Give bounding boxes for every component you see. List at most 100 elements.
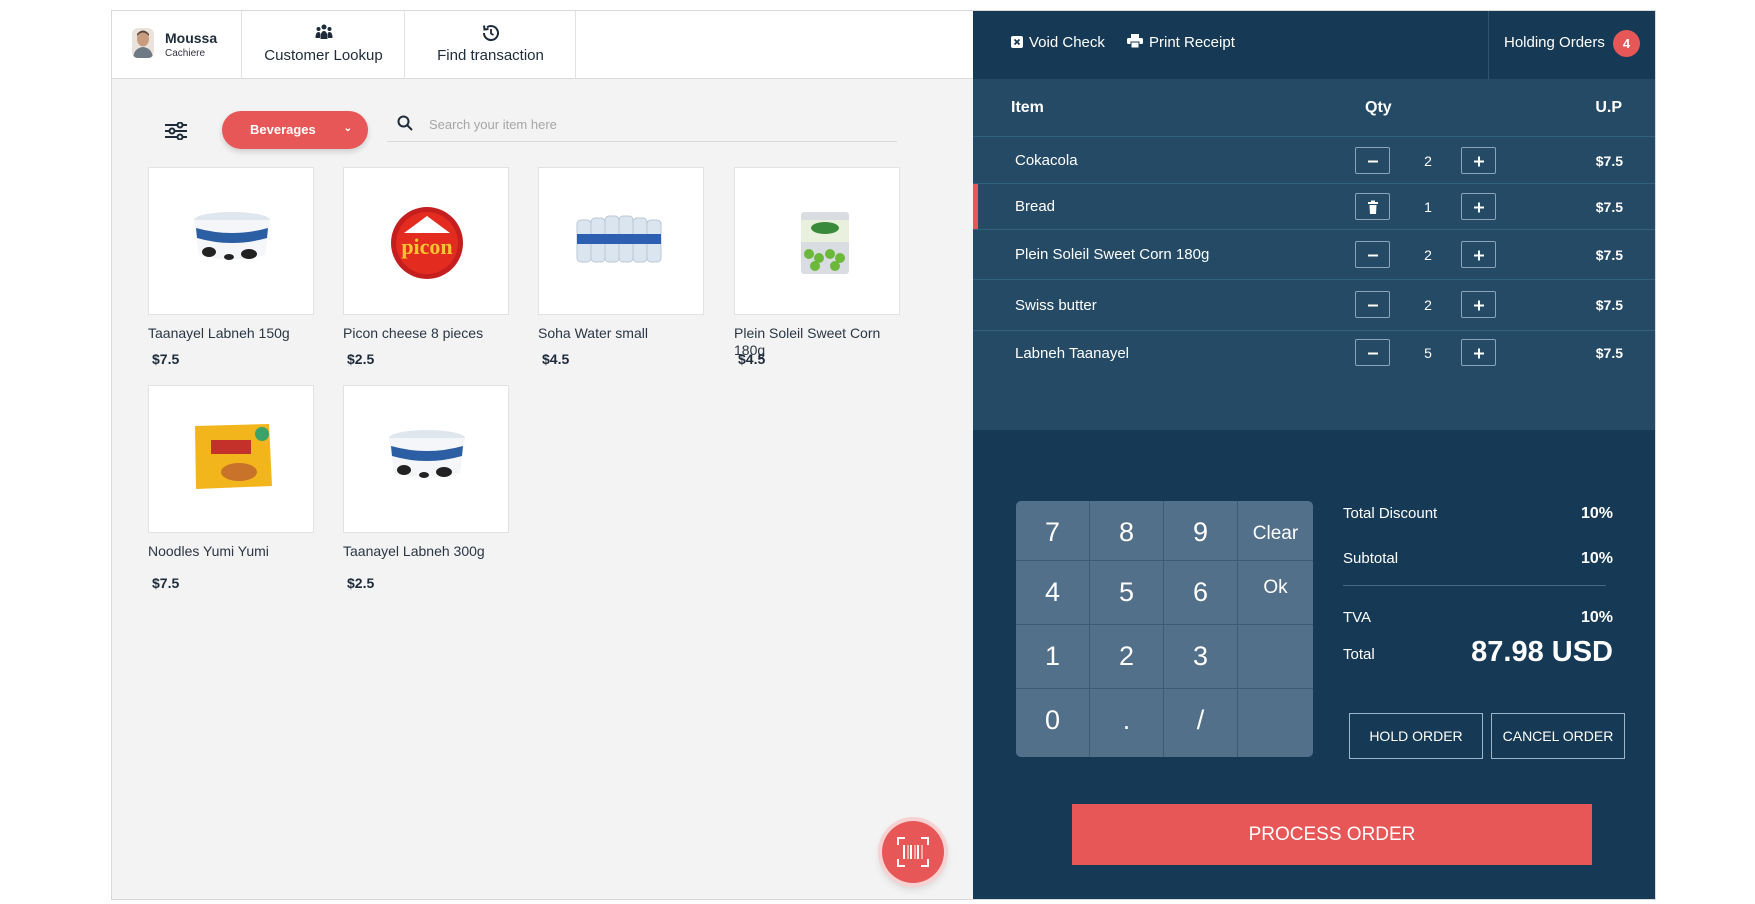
decrease-qty-button[interactable] — [1355, 291, 1390, 318]
order-panel: Void Check Print Receipt Holding Orders … — [973, 11, 1655, 899]
user-name: Moussa — [165, 30, 218, 46]
qty-column-header: Qty — [1365, 99, 1392, 116]
key-4[interactable]: 4 — [1016, 561, 1090, 625]
pos-window: Moussa Cachiere Customer Lookup Find tra… — [111, 10, 1656, 900]
key-7[interactable]: 7 — [1016, 501, 1090, 561]
product-price: $2.5 — [347, 351, 375, 367]
labneh-tub-image — [148, 167, 314, 315]
unit-price-column-header: U.P — [1595, 99, 1622, 116]
search-bar — [387, 106, 897, 142]
key-5[interactable]: 5 — [1090, 561, 1164, 625]
print-receipt-button[interactable]: Print Receipt — [1127, 34, 1235, 52]
increase-qty-button[interactable] — [1461, 241, 1496, 268]
process-order-button[interactable]: PROCESS ORDER — [1072, 804, 1592, 865]
product-price: $4.5 — [542, 351, 570, 367]
void-icon — [1011, 35, 1023, 52]
increase-qty-button[interactable] — [1461, 339, 1496, 366]
total-discount-label: Total Discount — [1343, 505, 1438, 522]
subtotal-row: Subtotal 10% — [1343, 550, 1613, 567]
decrease-qty-button[interactable] — [1355, 241, 1390, 268]
total-discount-row: Total Discount 10% — [1343, 505, 1613, 522]
customer-lookup-label: Customer Lookup — [264, 47, 383, 64]
filter-icon[interactable] — [165, 121, 187, 145]
product-name: Soha Water small — [538, 325, 648, 341]
product-price: $7.5 — [152, 575, 180, 591]
peas-can-image — [734, 167, 900, 315]
blank-key[interactable] — [1238, 689, 1313, 757]
decrease-qty-button[interactable] — [1355, 339, 1390, 366]
product-card[interactable]: Soha Water small $4.5 — [538, 167, 704, 367]
void-check-label: Void Check — [1029, 34, 1105, 51]
product-price: $7.5 — [152, 351, 180, 367]
order-row[interactable]: Plein Soleil Sweet Corn 180g 2 $7.5 — [973, 230, 1655, 280]
totals-divider — [1343, 585, 1606, 586]
order-item-qty: 2 — [1424, 297, 1432, 313]
category-dropdown[interactable]: Beverages ⌄ — [222, 111, 368, 149]
decrease-qty-button[interactable] — [1355, 147, 1390, 174]
product-panel: Moussa Cachiere Customer Lookup Find tra… — [112, 11, 973, 899]
category-label: Beverages — [250, 122, 316, 137]
increase-qty-button[interactable] — [1461, 193, 1496, 220]
decimal-key[interactable]: . — [1090, 689, 1164, 757]
grand-total-value: 87.98 USD — [1471, 636, 1613, 668]
top-bar: Moussa Cachiere Customer Lookup Find tra… — [112, 11, 973, 79]
key-1[interactable]: 1 — [1016, 625, 1090, 689]
order-item-price: $7.5 — [1595, 199, 1623, 215]
key-2[interactable]: 2 — [1090, 625, 1164, 689]
increase-qty-button[interactable] — [1461, 147, 1496, 174]
order-row[interactable]: Swiss butter 2 $7.5 — [973, 280, 1655, 331]
total-label: Total — [1343, 646, 1375, 663]
ok-key[interactable]: Ok — [1238, 561, 1313, 625]
hold-order-button[interactable]: HOLD ORDER — [1349, 713, 1483, 759]
printer-icon — [1127, 34, 1143, 52]
cancel-order-button[interactable]: CANCEL ORDER — [1491, 713, 1625, 759]
barcode-scan-button[interactable] — [882, 821, 944, 883]
order-item-name: Plein Soleil Sweet Corn 180g — [1015, 246, 1210, 263]
order-row[interactable]: Labneh Taanayel 5 $7.5 — [973, 331, 1655, 377]
product-name: Taanayel Labneh 300g — [343, 543, 485, 559]
product-name: Noodles Yumi Yumi — [148, 543, 269, 559]
product-card[interactable]: Taanayel Labneh 300g $2.5 — [343, 385, 509, 591]
slash-key[interactable]: / — [1164, 689, 1238, 757]
people-icon — [315, 23, 333, 46]
tva-label: TVA — [1343, 609, 1372, 626]
key-9[interactable]: 9 — [1164, 501, 1238, 561]
key-8[interactable]: 8 — [1090, 501, 1164, 561]
order-item-qty: 2 — [1424, 247, 1432, 263]
increase-qty-button[interactable] — [1461, 291, 1496, 318]
key-0[interactable]: 0 — [1016, 689, 1090, 757]
history-icon — [481, 23, 501, 48]
order-row[interactable]: Cokacola 2 $7.5 — [973, 137, 1655, 184]
find-transaction-button[interactable]: Find transaction — [406, 11, 576, 79]
key-6[interactable]: 6 — [1164, 561, 1238, 625]
product-card[interactable]: picon Picon cheese 8 pieces $2.5 — [343, 167, 509, 367]
void-check-button[interactable]: Void Check — [1011, 34, 1105, 52]
search-input[interactable] — [429, 112, 869, 136]
order-actions-bar: Void Check Print Receipt Holding Orders … — [973, 11, 1655, 79]
order-item-name: Labneh Taanayel — [1015, 345, 1129, 362]
chevron-down-icon: ⌄ — [343, 123, 352, 134]
product-card[interactable]: Plein Soleil Sweet Corn 180g $4.5 — [734, 167, 900, 367]
order-item-qty: 1 — [1424, 199, 1432, 215]
picon-cheese-image: picon — [343, 167, 509, 315]
customer-lookup-button[interactable]: Customer Lookup — [243, 11, 405, 79]
order-item-name: Swiss butter — [1015, 297, 1097, 314]
user-profile[interactable]: Moussa Cachiere — [112, 11, 242, 79]
order-item-qty: 5 — [1424, 345, 1432, 361]
svg-text:picon: picon — [401, 234, 452, 259]
noodles-pack-image — [148, 385, 314, 533]
product-card[interactable]: Noodles Yumi Yumi $7.5 — [148, 385, 314, 591]
delete-item-button[interactable] — [1355, 193, 1390, 220]
water-bottles-image — [538, 167, 704, 315]
order-item-name: Cokacola — [1015, 152, 1078, 169]
product-name: Taanayel Labneh 150g — [148, 325, 290, 341]
clear-key[interactable]: Clear — [1238, 501, 1313, 561]
blank-key[interactable] — [1238, 625, 1313, 689]
holding-orders-button[interactable]: Holding Orders 4 — [1488, 11, 1655, 79]
order-header: Item Qty U.P — [973, 79, 1655, 137]
subtotal-label: Subtotal — [1343, 550, 1399, 567]
product-card[interactable]: Taanayel Labneh 150g $7.5 — [148, 167, 314, 367]
key-3[interactable]: 3 — [1164, 625, 1238, 689]
order-item-price: $7.5 — [1595, 345, 1623, 361]
order-row-selected[interactable]: Bread 1 $7.5 — [973, 184, 1655, 230]
